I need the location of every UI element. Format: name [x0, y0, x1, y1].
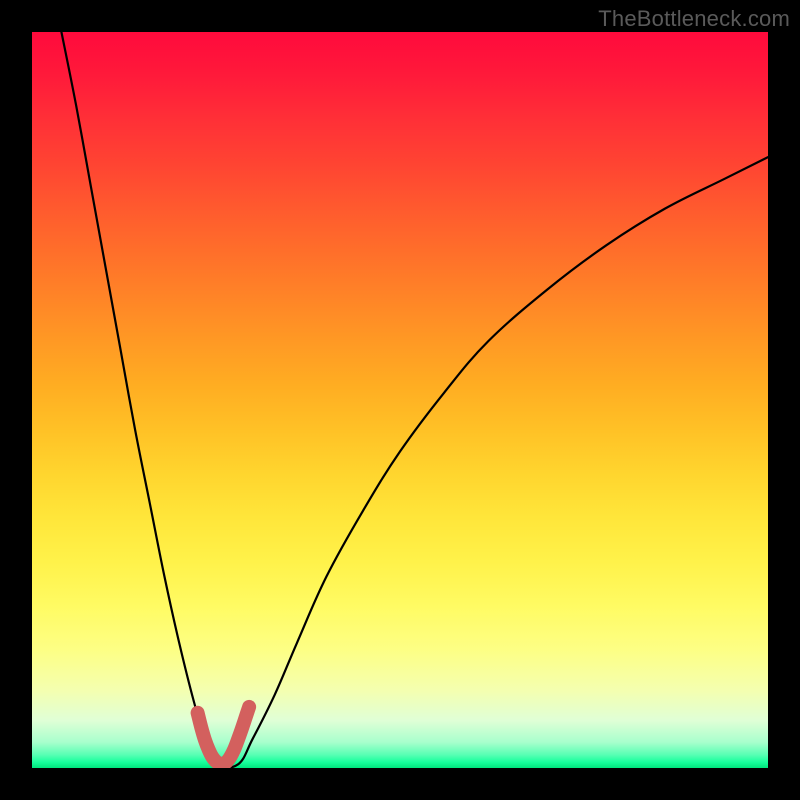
curve-layer — [32, 32, 768, 768]
bottleneck-curve — [61, 32, 768, 768]
watermark-text: TheBottleneck.com — [598, 6, 790, 32]
plot-area — [32, 32, 768, 768]
trough-highlight — [198, 707, 250, 764]
chart-frame: TheBottleneck.com — [0, 0, 800, 800]
